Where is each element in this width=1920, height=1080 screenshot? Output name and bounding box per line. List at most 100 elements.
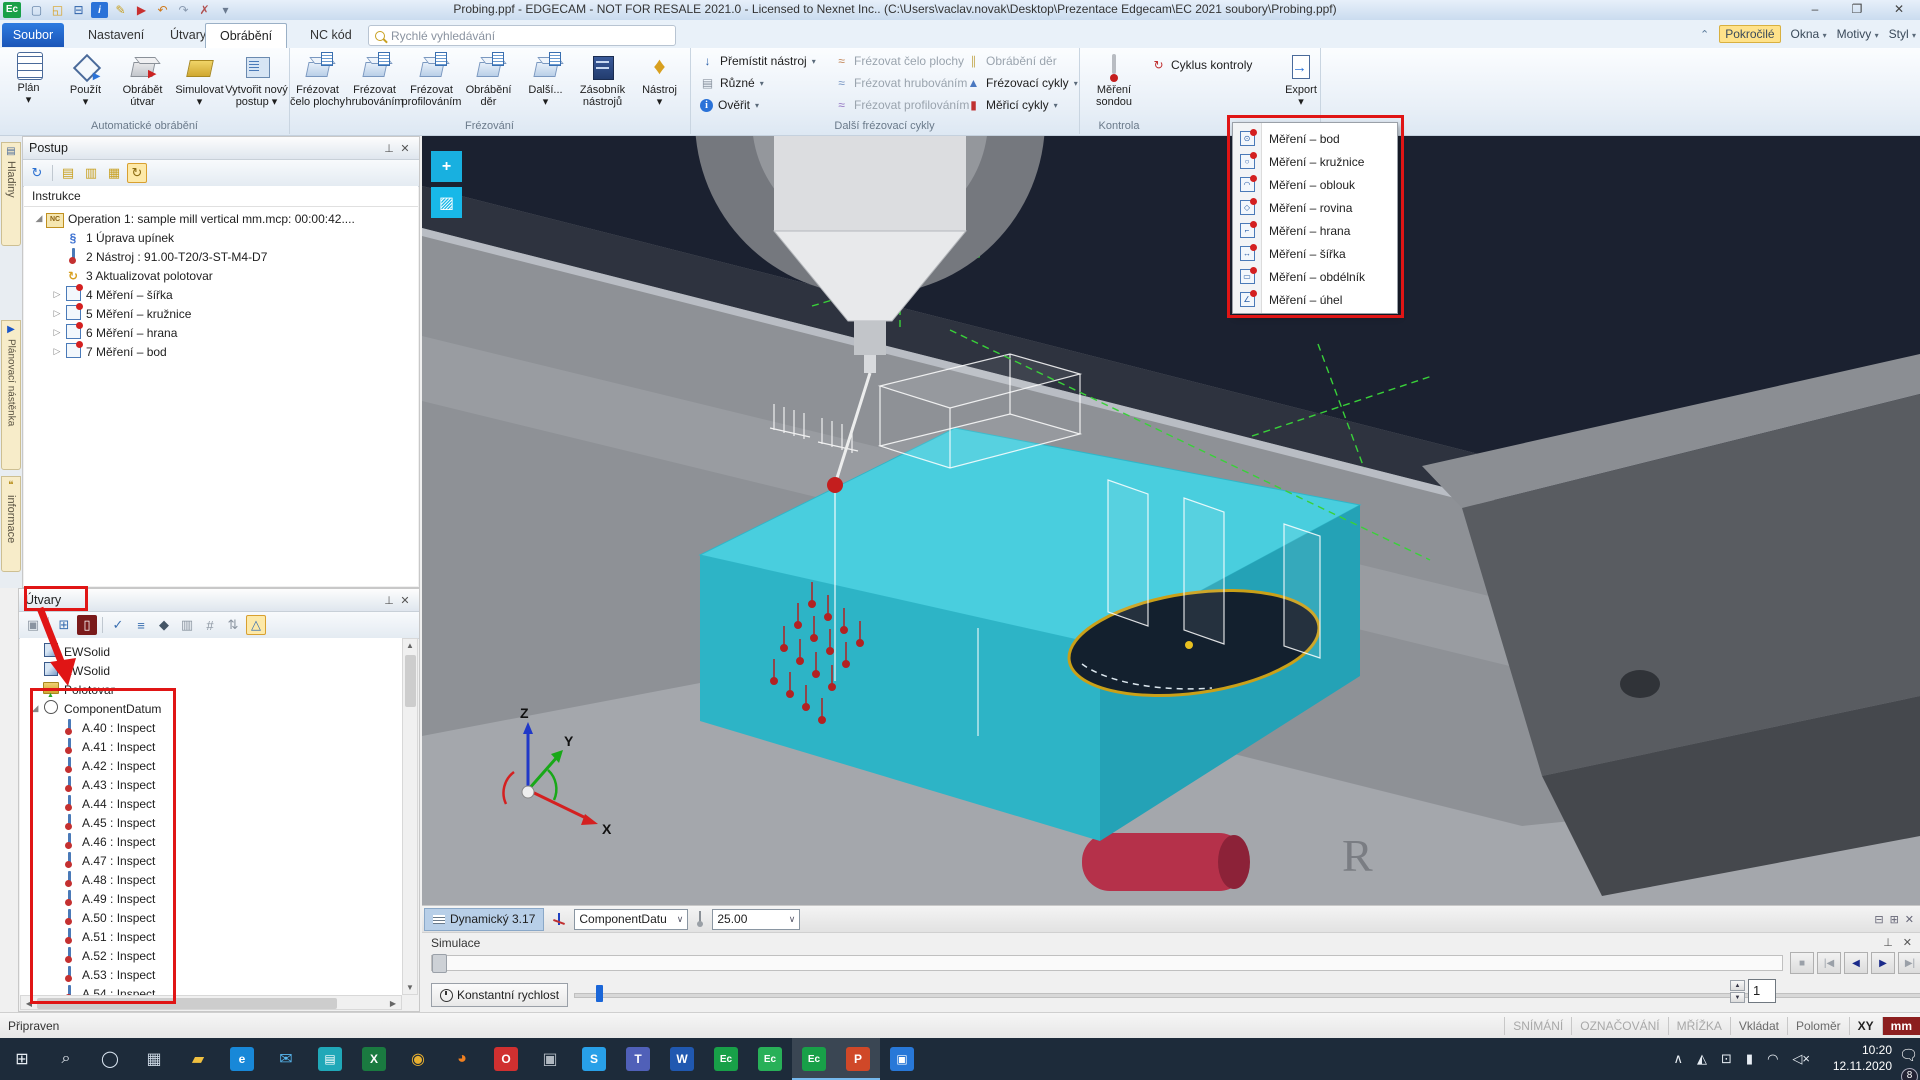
auto-refresh-icon[interactable]: ↻ (127, 163, 147, 183)
expand-icon[interactable]: ▷ (50, 346, 64, 357)
postup-row[interactable]: ▷4 Měření – šířka (24, 285, 418, 304)
status-toggle-vkládat[interactable]: Vkládat (1730, 1017, 1787, 1035)
menu-mereni-rovina[interactable]: ◇Měření – rovina (1233, 196, 1397, 219)
utvary-row[interactable]: A.43 : Inspect (20, 775, 402, 794)
utvary-row[interactable]: Polotovar (20, 680, 402, 699)
pouzit-button[interactable]: Použít▾ (57, 50, 114, 108)
wifi-icon[interactable]: ◠ (1767, 1051, 1778, 1067)
menu-styl[interactable]: Styl ▾ (1889, 27, 1916, 41)
sequence-info-icon[interactable]: ▦ (104, 163, 124, 183)
tab-nc-k-d[interactable]: NC kód (296, 23, 366, 47)
menu-pokrocile[interactable]: Pokročilé (1719, 25, 1780, 43)
pin-icon[interactable]: ⊥ (381, 142, 397, 155)
utvary-row[interactable]: EWSolid (20, 642, 402, 661)
constant-speed-button[interactable]: Konstantní rychlost (431, 983, 568, 1007)
menu-mereni-hrana[interactable]: ⌐Měření – hrana (1233, 219, 1397, 242)
tray-chevron-icon[interactable]: ∧ (1673, 1051, 1683, 1067)
speed-slider-handle[interactable] (596, 985, 603, 1002)
viewport-3d[interactable]: Z X Y R ◆▄▦▼⊕≡+ ◧◨▨ (422, 136, 1920, 905)
display-icon[interactable]: ⊡ (1721, 1051, 1732, 1067)
play-backward-button[interactable]: ◀ (1844, 952, 1868, 974)
tab-soubor[interactable]: Soubor (2, 23, 64, 47)
pin-icon[interactable]: ⊥ (1883, 936, 1893, 949)
store-button[interactable]: ▤ (308, 1038, 352, 1080)
postup-row[interactable]: ↻3 Aktualizovat polotovar (24, 266, 418, 285)
postup-row[interactable]: 2 Nástroj : 91.00-T20/3-ST-M4-D7 (24, 247, 418, 266)
horizontal-scrollbar[interactable]: ◀ ▶ (20, 995, 402, 1010)
copy-features-icon[interactable]: ▣ (23, 615, 43, 635)
utvary-row[interactable]: EWSolid (20, 661, 402, 680)
menu-mereni-obdelnik[interactable]: ▭Měření – obdélník (1233, 265, 1397, 288)
simulation-progress-bar[interactable] (431, 955, 1783, 971)
menu-mereni-uhel[interactable]: ∠Měření – úhel (1233, 288, 1397, 311)
utvary-row[interactable]: A.53 : Inspect (20, 965, 402, 984)
view-cone-icon[interactable]: △ (246, 615, 266, 635)
taskbar-clock[interactable]: 10:20 12.11.2020 (1833, 1042, 1892, 1074)
progress-handle[interactable] (432, 954, 447, 973)
status-toggle-poloměr[interactable]: Poloměr (1787, 1017, 1849, 1035)
utvary-row[interactable]: A.49 : Inspect (20, 889, 402, 908)
vytvorit-novy-postup-button[interactable]: Vytvořit novýpostup ▾ (228, 50, 285, 108)
photos-button[interactable]: ▣ (880, 1038, 924, 1080)
sidebar-tab-informace[interactable]: ❝ informace (1, 476, 21, 572)
search-input[interactable]: Rychlé vyhledávání (368, 25, 676, 46)
menu-motivy[interactable]: Motivy ▾ (1837, 27, 1879, 41)
postup-row[interactable]: §1 Úprava upínek (24, 228, 418, 247)
tile-view-icon[interactable]: ⊞ (1890, 913, 1899, 926)
frezovat-profilovanim-button[interactable]: Frézovatprofilováním (403, 50, 460, 108)
sidebar-tab-hladiny[interactable]: ▤ Hladiny (1, 142, 21, 246)
file-explorer-button[interactable]: ▰ (176, 1038, 220, 1080)
collapse-ribbon-icon[interactable]: ⌃ (1700, 28, 1709, 41)
utvary-row[interactable]: A.50 : Inspect (20, 908, 402, 927)
sidebar-tab-planovaci-nastenka[interactable]: ▶ Plánovací nástěnka (1, 320, 21, 470)
frame-up-button[interactable]: ▲ (1730, 980, 1745, 991)
skip-start-button[interactable]: |◀ (1817, 952, 1841, 974)
utvary-row[interactable]: A.41 : Inspect (20, 737, 402, 756)
close-icon[interactable]: ✕ (397, 594, 413, 607)
postup-row[interactable]: ▷6 Měření – hrana (24, 323, 418, 342)
expand-icon[interactable]: ▷ (50, 289, 64, 300)
utvary-row[interactable]: A.48 : Inspect (20, 870, 402, 889)
sequence-edit-icon[interactable]: ▥ (81, 163, 101, 183)
frame-down-button[interactable]: ▼ (1730, 992, 1745, 1003)
menu-mereni-bod[interactable]: ⊙Měření – bod (1233, 127, 1397, 150)
frezovaci-cykly-button[interactable]: ▲Frézovací cykly▾ (966, 74, 1078, 92)
utvary-row[interactable]: A.52 : Inspect (20, 946, 402, 965)
close-button[interactable]: ✕ (1878, 0, 1920, 19)
tab-obr-b-n-[interactable]: Obrábění (205, 23, 287, 48)
play-forward-button[interactable]: ▶ (1871, 952, 1895, 974)
maximize-button[interactable]: ❐ (1836, 0, 1878, 19)
merici-cykly-small-button[interactable]: ▮Měřicí cykly▾ (966, 96, 1078, 114)
edgecam2-button[interactable]: Ec (748, 1038, 792, 1080)
skip-end-button[interactable]: ▶| (1898, 952, 1920, 974)
menu-okna[interactable]: Okna ▾ (1791, 27, 1827, 41)
obrabeni-der-button[interactable]: Obráběníděr (460, 50, 517, 108)
sync-icon[interactable]: ↻ (27, 163, 47, 183)
mereni-sondou-button[interactable]: Měření sondou (1083, 50, 1145, 108)
ruzne-button[interactable]: ▤Různé▾ (700, 74, 816, 92)
word-button[interactable]: W (660, 1038, 704, 1080)
collapse-icon[interactable]: ◢ (32, 213, 46, 224)
ghost-view-icon[interactable]: ▨ (431, 187, 462, 218)
collapse-icon[interactable]: ◢ (28, 703, 42, 714)
number-icon[interactable]: # (200, 615, 220, 635)
pin-icon[interactable]: ⊥ (381, 594, 397, 607)
close-icon[interactable]: ✕ (1903, 936, 1912, 949)
expand-icon[interactable]: ▷ (50, 308, 64, 319)
powerpoint-button[interactable]: P (836, 1038, 880, 1080)
stop-button[interactable]: ■ (1790, 952, 1814, 974)
utvary-row[interactable]: A.44 : Inspect (20, 794, 402, 813)
tab-nastaven-[interactable]: Nastavení (74, 23, 158, 47)
zasobnik-nastroju-button[interactable]: Zásobníknástrojů (574, 50, 631, 108)
vertical-scrollbar[interactable]: ▲ ▼ (402, 638, 418, 995)
teams-button[interactable]: T (616, 1038, 660, 1080)
datum-select[interactable]: ComponentDatu∨ (574, 909, 688, 930)
status-toggle-xy[interactable]: XY (1849, 1017, 1882, 1035)
excel-button[interactable]: X (352, 1038, 396, 1080)
plan-button[interactable]: Plán▾ (0, 50, 57, 108)
utvary-row[interactable]: A.51 : Inspect (20, 927, 402, 946)
overit-button[interactable]: iOvěřit▾ (700, 96, 816, 114)
snip-button[interactable]: ▣ (528, 1038, 572, 1080)
check-feature-icon[interactable]: ✓ (108, 615, 128, 635)
firefox-button[interactable]: ◕ (440, 1038, 484, 1080)
